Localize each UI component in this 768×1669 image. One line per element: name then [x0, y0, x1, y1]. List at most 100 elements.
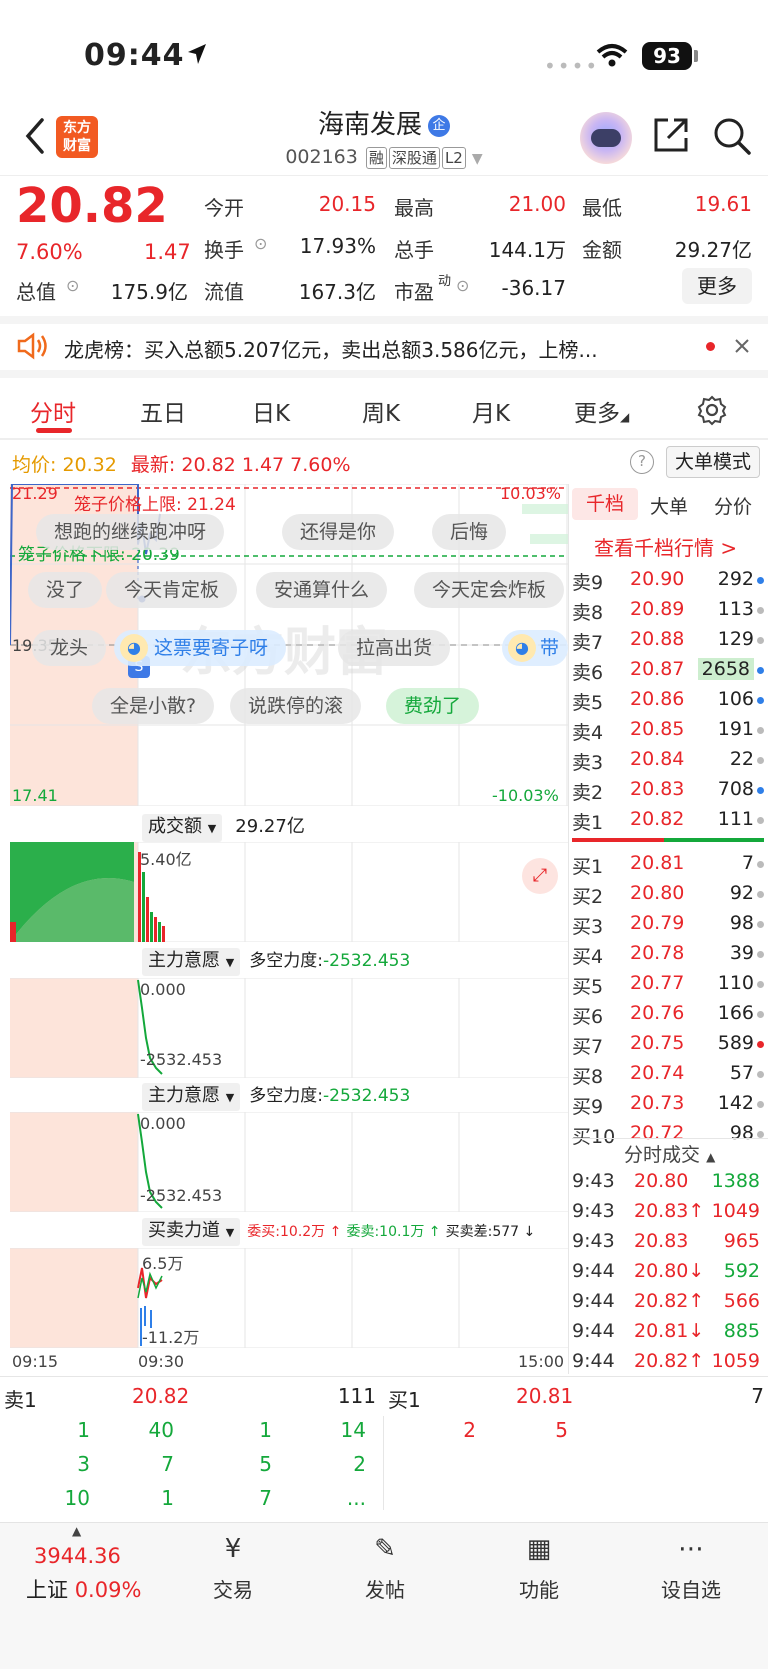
- turnover-info-icon[interactable]: ⊙: [254, 234, 267, 253]
- volume-side-bar: [530, 534, 568, 544]
- ask-row[interactable]: 卖8 20.89 113: [572, 596, 764, 626]
- post-icon[interactable]: ✎: [340, 1534, 430, 1564]
- danmaku-item[interactable]: 还得是你: [282, 514, 395, 550]
- bid-volume: 7: [741, 852, 754, 874]
- functions-icon[interactable]: ▦: [494, 1534, 584, 1564]
- ticks-title[interactable]: 分时成交 ▲: [624, 1140, 715, 1167]
- orderbook-tab-thousand[interactable]: 千档: [572, 488, 638, 520]
- danmaku-item[interactable]: ◕ 这票要寄子呀: [114, 630, 287, 666]
- tag-l2: L2: [441, 147, 466, 169]
- ask-row[interactable]: 卖6 20.87 2658: [572, 656, 764, 686]
- close-icon[interactable]: [734, 338, 750, 354]
- gear-icon[interactable]: [696, 394, 728, 426]
- total-cap-info-icon[interactable]: ⊙: [66, 276, 79, 295]
- danmaku-item[interactable]: ◕ 带: [502, 630, 568, 666]
- danmaku-item[interactable]: 今天定会炸板: [414, 572, 565, 608]
- tab-five-day[interactable]: 五日: [140, 394, 186, 428]
- ask-level: 卖2: [572, 782, 604, 804]
- help-icon[interactable]: ?: [630, 450, 654, 474]
- orderbook-tab-big[interactable]: 大单: [650, 492, 688, 519]
- bid-row[interactable]: 买2 20.80 92: [572, 880, 764, 910]
- add-watchlist-icon[interactable]: ⋯: [646, 1534, 736, 1564]
- bs-force-dropdown[interactable]: 买卖力道 ▼: [142, 1218, 241, 1246]
- bid-price: 20.75: [630, 1032, 685, 1054]
- bid-price: 20.81: [630, 852, 685, 874]
- ask-indicator-dot: [757, 817, 764, 824]
- volume-side-bar: [522, 504, 568, 514]
- tick-direction: ↓: [688, 1320, 705, 1342]
- ask-row[interactable]: 卖9 20.90 292: [572, 566, 764, 596]
- tick-row: 9:44 20.82↑ 1059: [572, 1348, 764, 1378]
- tab-intraday[interactable]: 分时: [30, 394, 76, 428]
- label-float-cap: 流值: [204, 280, 244, 304]
- bid-row[interactable]: 买5 20.77 110: [572, 970, 764, 1000]
- volume-indicator-dropdown[interactable]: 成交额 ▼: [142, 814, 223, 842]
- danmaku-item[interactable]: 说跌停的滚: [230, 688, 362, 724]
- nav-post[interactable]: 发帖: [340, 1574, 430, 1603]
- trade-icon[interactable]: ¥: [188, 1534, 278, 1564]
- tab-monthly-k[interactable]: 月K: [472, 394, 510, 428]
- danmaku-item[interactable]: 今天肯定板: [106, 572, 238, 608]
- ask-row[interactable]: 卖1 20.82 111: [572, 806, 764, 836]
- search-icon[interactable]: [712, 116, 752, 156]
- bid-indicator-dot: [757, 1101, 764, 1108]
- tab-weekly-k[interactable]: 周K: [362, 394, 400, 428]
- danmaku-item[interactable]: 后悔: [432, 514, 507, 550]
- main-force-dropdown-2[interactable]: 主力意愿 ▼: [142, 1083, 241, 1111]
- main-force-dropdown-1[interactable]: 主力意愿 ▼: [142, 948, 241, 976]
- value-pe: -36.17: [501, 276, 566, 300]
- bid-row[interactable]: 买3 20.79 98: [572, 910, 764, 940]
- ask-price: 20.86: [630, 688, 685, 710]
- danmaku-item[interactable]: 拉高出货: [338, 630, 451, 666]
- ask-row[interactable]: 卖4 20.85 191: [572, 716, 764, 746]
- l2-buy-label: 买1: [388, 1388, 421, 1412]
- more-quote-button[interactable]: 更多: [682, 268, 752, 304]
- share-icon[interactable]: [652, 116, 690, 154]
- bid-level: 买4: [572, 946, 604, 968]
- tab-more[interactable]: 更多◢: [574, 394, 629, 428]
- bid-row[interactable]: 买9 20.73 142: [572, 1090, 764, 1120]
- bid-row[interactable]: 买8 20.74 57: [572, 1060, 764, 1090]
- ask-indicator-dot: [757, 637, 764, 644]
- danmaku-item[interactable]: 全是小散?: [92, 688, 215, 724]
- index-value[interactable]: 3944.36: [34, 1544, 121, 1568]
- label-pe: 市盈: [394, 280, 434, 304]
- danmaku-item[interactable]: 想跑的继续跑冲呀: [36, 514, 225, 550]
- ask-row[interactable]: 卖3 20.84 22: [572, 746, 764, 776]
- ask-volume: 111: [717, 808, 754, 830]
- tick-price: 20.80↓: [634, 1260, 704, 1282]
- danmaku-item[interactable]: 安通算什么: [256, 572, 388, 608]
- tick-row: 9:44 20.81↓ 885: [572, 1318, 764, 1348]
- tick-price: 20.83↑: [634, 1200, 704, 1222]
- bid-row[interactable]: 买7 20.75 589: [572, 1030, 764, 1060]
- bid-row[interactable]: 买6 20.76 166: [572, 1000, 764, 1030]
- orderbook-tab-price[interactable]: 分价: [714, 492, 752, 519]
- nav-functions[interactable]: 功能: [494, 1574, 584, 1603]
- force-bottom-2: -2532.453: [140, 1186, 223, 1205]
- tab-daily-k[interactable]: 日K: [252, 394, 290, 428]
- danmaku-item[interactable]: 没了: [28, 572, 103, 608]
- tick-time: 9:44: [572, 1350, 615, 1372]
- subtitle-dropdown-icon[interactable]: ▼: [472, 151, 483, 167]
- nav-add-watchlist[interactable]: 设自选: [646, 1574, 736, 1603]
- expand-icon[interactable]: ⤢: [522, 858, 558, 894]
- tick-price: 20.80: [634, 1170, 688, 1192]
- danmaku-item[interactable]: 龙头: [32, 630, 107, 666]
- ask-row[interactable]: 卖2 20.83 708: [572, 776, 764, 806]
- x-label-end: 15:00: [518, 1352, 565, 1371]
- ask-row[interactable]: 卖7 20.88 129: [572, 626, 764, 656]
- nav-trade[interactable]: 交易: [188, 1574, 278, 1603]
- view-thousand-levels-link[interactable]: 查看千档行情 >: [594, 532, 737, 561]
- tick-price-value: 20.82: [634, 1290, 689, 1312]
- ask-row[interactable]: 卖5 20.86 106: [572, 686, 764, 716]
- bid-row[interactable]: 买1 20.81 7: [572, 850, 764, 880]
- index-row[interactable]: 上证 0.09%: [26, 1574, 141, 1604]
- avg-value: 20.32: [62, 454, 117, 476]
- force-value-1: -2532.453: [323, 951, 411, 971]
- ask-level: 卖8: [572, 602, 604, 624]
- danmaku-item[interactable]: 费劲了: [386, 688, 480, 724]
- tick-price: 20.81↓: [634, 1320, 704, 1342]
- bid-row[interactable]: 买4 20.78 39: [572, 940, 764, 970]
- pe-info-icon[interactable]: ⊙: [456, 276, 469, 295]
- big-order-mode-button[interactable]: 大单模式: [666, 446, 761, 478]
